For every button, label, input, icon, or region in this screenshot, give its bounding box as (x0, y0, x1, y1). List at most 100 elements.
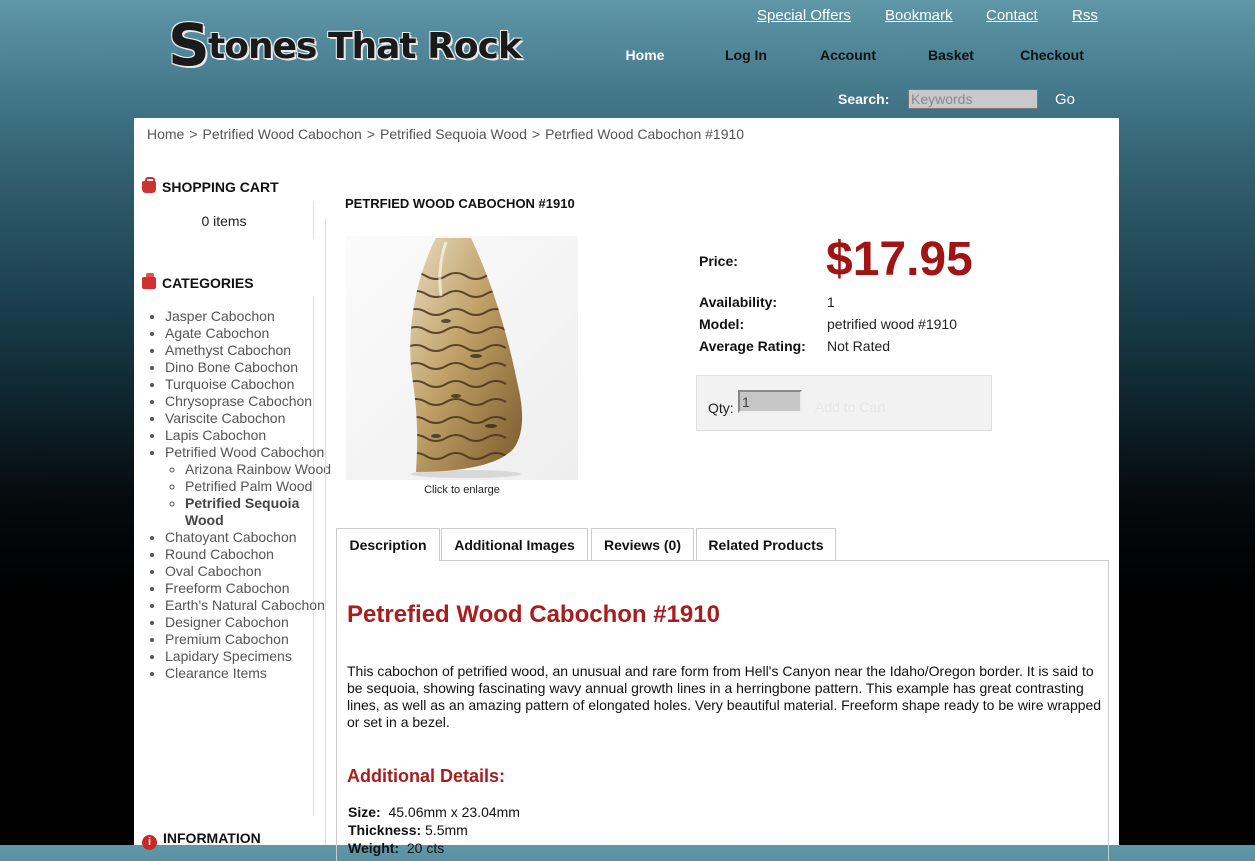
category-jasper[interactable]: Jasper Cabochon (165, 308, 275, 324)
nav-checkout[interactable]: Checkout (1002, 47, 1102, 63)
category-item: Round Cabochon (165, 546, 335, 563)
subcategory-petrified-sequoia[interactable]: Petrified Sequoia Wood (185, 495, 299, 528)
price-label: Price: (699, 253, 738, 269)
bookmark-link[interactable]: Bookmark (885, 7, 953, 24)
qty-label: Qty: (708, 400, 734, 416)
category-chrysoprase[interactable]: Chrysoprase Cabochon (165, 393, 312, 409)
category-oval[interactable]: Oval Cabochon (165, 563, 262, 579)
description-panel: Petrefied Wood Cabochon #1910 This caboc… (336, 560, 1109, 861)
category-item: Oval Cabochon (165, 563, 335, 580)
search-input[interactable] (908, 89, 1038, 109)
weight-value: 20 cts (406, 840, 445, 856)
nav-log-in[interactable]: Log In (696, 47, 796, 63)
categories-heading: CATEGORIES (142, 273, 254, 291)
nav-account[interactable]: Account (798, 47, 898, 63)
categories-heading-label: CATEGORIES (162, 275, 254, 291)
category-chatoyant[interactable]: Chatoyant Cabochon (165, 529, 297, 545)
breadcrumb-sequoia-wood[interactable]: Petrified Sequoia Wood (380, 126, 527, 142)
category-lapis[interactable]: Lapis Cabochon (165, 427, 266, 443)
availability-label: Availability: (699, 294, 778, 310)
click-to-enlarge-link[interactable]: Click to enlarge (346, 484, 578, 496)
category-earths-natural[interactable]: Earth's Natural Cabochon (165, 597, 325, 613)
category-agate[interactable]: Agate Cabochon (165, 325, 269, 341)
search-label: Search: (838, 91, 890, 107)
folder-icon (142, 273, 156, 289)
subcategory-item: Arizona Rainbow Wood (185, 461, 335, 478)
add-to-cart-button[interactable]: Add to Cart (815, 399, 886, 415)
size-label: Size: (348, 804, 381, 820)
cart-item-count[interactable]: 0 items (134, 213, 314, 229)
breadcrumb-separator: > (531, 126, 541, 142)
special-offers-link[interactable]: Special Offers (757, 7, 851, 24)
category-item: Dino Bone Cabochon (165, 359, 335, 376)
category-item: Clearance Items (165, 665, 335, 682)
availability-value: 1 (827, 294, 835, 310)
tab-description[interactable]: Description (336, 528, 440, 561)
category-amethyst[interactable]: Amethyst Cabochon (165, 342, 291, 358)
qty-input[interactable] (738, 390, 802, 413)
category-turquoise[interactable]: Turquoise Cabochon (165, 376, 294, 392)
category-lapidary-specimens[interactable]: Lapidary Specimens (165, 648, 292, 664)
subcategory-item: Petrified Palm Wood (185, 478, 335, 495)
category-item: Turquoise Cabochon (165, 376, 335, 393)
subcategory-petrified-palm[interactable]: Petrified Palm Wood (185, 478, 312, 494)
tab-additional-images[interactable]: Additional Images (441, 528, 588, 560)
nav-basket[interactable]: Basket (901, 47, 1001, 63)
shopping-cart-heading-label: SHOPPING CART (162, 179, 279, 195)
shopping-cart-heading: SHOPPING CART (142, 177, 279, 195)
description-text: This cabochon of petrified wood, an unus… (347, 663, 1102, 730)
category-freeform[interactable]: Freeform Cabochon (165, 580, 290, 596)
rating-label: Average Rating: (699, 338, 806, 354)
product-price: $17.95 (826, 233, 973, 286)
category-item: Amethyst Cabochon (165, 342, 335, 359)
category-item: Lapis Cabochon (165, 427, 335, 444)
breadcrumb-separator: > (189, 126, 198, 142)
size-value: 45.06mm x 23.04mm (388, 804, 520, 820)
information-heading-label: INFORMATION (163, 830, 261, 846)
category-item: Lapidary Specimens (165, 648, 335, 665)
rss-link[interactable]: Rss (1072, 7, 1098, 24)
search-go-button[interactable]: Go (1055, 91, 1075, 108)
breadcrumb: Home > Petrified Wood Cabochon > Petrified S… (147, 126, 744, 142)
breadcrumb-current: Petrfied Wood Cabochon #1910 (545, 126, 745, 142)
basket-icon (142, 177, 156, 193)
category-dino-bone[interactable]: Dino Bone Cabochon (165, 359, 298, 375)
category-clearance[interactable]: Clearance Items (165, 665, 267, 681)
additional-details-heading: Additional Details: (347, 766, 506, 786)
breadcrumb-home[interactable]: Home (147, 126, 184, 142)
category-item: Freeform Cabochon (165, 580, 335, 597)
category-premium[interactable]: Premium Cabochon (165, 631, 289, 647)
description-heading: Petrefied Wood Cabochon #1910 (347, 601, 720, 628)
divider (325, 218, 326, 845)
category-round[interactable]: Round Cabochon (165, 546, 274, 562)
add-to-cart-box: Qty: Add to Cart (696, 375, 992, 431)
weight-row: Weight: 20 cts (348, 840, 444, 856)
category-item: Earth's Natural Cabochon (165, 597, 335, 614)
rating-value: Not Rated (827, 338, 891, 354)
category-item: Chatoyant Cabochon (165, 529, 335, 546)
cabochon-illustration (410, 238, 523, 478)
thickness-label: Thickness: (348, 822, 422, 838)
info-icon: i (142, 835, 157, 850)
product-title: PETRFIED WOOD CABOCHON #1910 (345, 196, 575, 211)
category-petrified-wood[interactable]: Petrified Wood Cabochon (165, 444, 324, 460)
category-designer[interactable]: Designer Cabochon (165, 614, 289, 630)
contact-link[interactable]: Contact (986, 7, 1038, 24)
category-item: Agate Cabochon (165, 325, 335, 342)
product-image[interactable] (346, 236, 578, 480)
logo-initial: S (168, 11, 210, 79)
category-item: Chrysoprase Cabochon (165, 393, 335, 410)
weight-label: Weight: (348, 840, 400, 856)
thickness-row: Thickness: 5.5mm (348, 822, 468, 838)
size-row: Size: 45.06mm x 23.04mm (348, 804, 520, 820)
information-heading: i INFORMATION (142, 830, 261, 850)
breadcrumb-separator: > (366, 126, 376, 142)
category-list: Jasper Cabochon Agate Cabochon Amethyst … (144, 308, 335, 682)
category-item: Jasper Cabochon (165, 308, 335, 325)
nav-home[interactable]: Home (595, 47, 695, 63)
tab-related-products[interactable]: Related Products (696, 528, 836, 560)
subcategory-arizona-rainbow[interactable]: Arizona Rainbow Wood (185, 461, 331, 477)
tab-reviews[interactable]: Reviews (0) (591, 528, 694, 560)
category-variscite[interactable]: Variscite Cabochon (165, 410, 285, 426)
breadcrumb-petrified-wood[interactable]: Petrified Wood Cabochon (203, 126, 362, 142)
